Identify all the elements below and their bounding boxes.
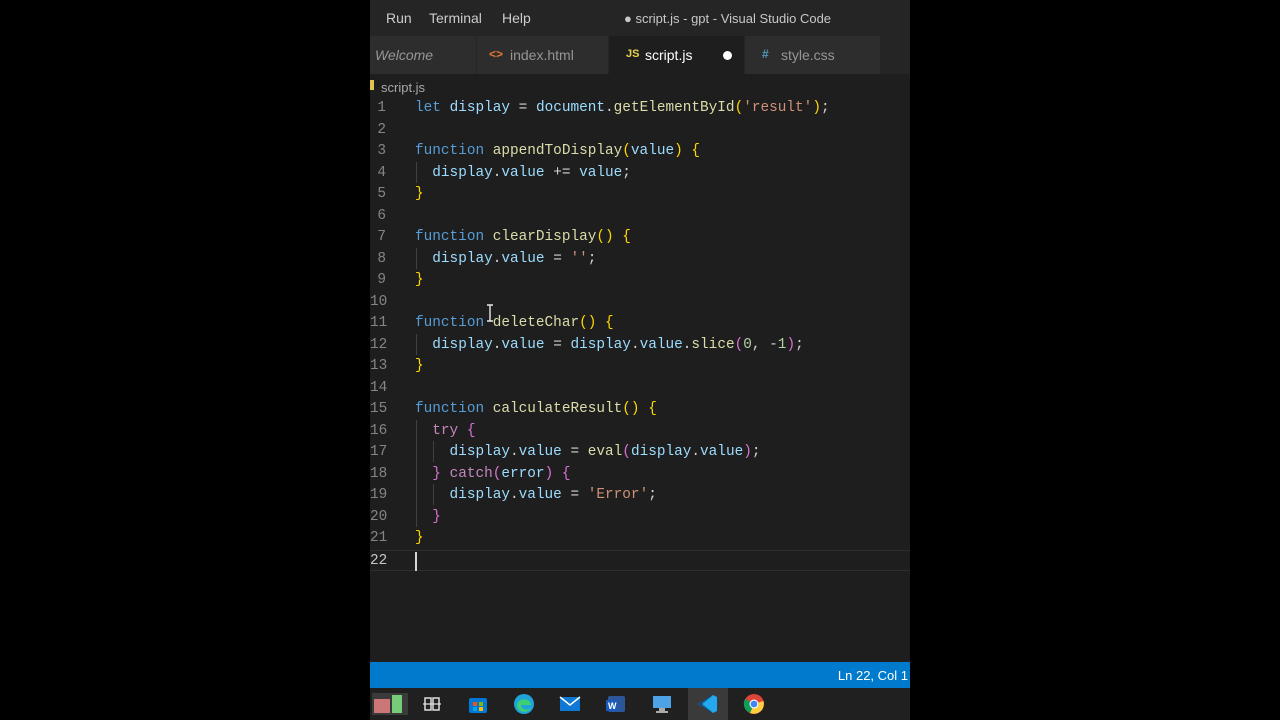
code-text: function appendToDisplay(value) { bbox=[415, 143, 701, 159]
javascript-file-icon bbox=[370, 80, 374, 90]
line-number: 15 bbox=[370, 401, 388, 417]
tab-script-js[interactable]: JS script.js bbox=[609, 36, 744, 74]
code-line: 16 try { bbox=[370, 421, 910, 443]
line-number: 5 bbox=[377, 186, 386, 202]
tab-style-css[interactable]: # style.css bbox=[745, 36, 880, 74]
code-text: } bbox=[432, 508, 441, 525]
word-icon[interactable]: W bbox=[604, 693, 628, 715]
text-cursor bbox=[415, 551, 417, 571]
code-text: try { bbox=[432, 422, 476, 439]
tab-label: index.html bbox=[510, 47, 574, 63]
line-number: 7 bbox=[377, 229, 386, 245]
line-number: 1 bbox=[377, 100, 386, 116]
line-number: 13 bbox=[370, 358, 388, 374]
tab-label: style.css bbox=[781, 47, 835, 63]
store-icon[interactable] bbox=[466, 693, 490, 715]
code-text: } bbox=[415, 272, 424, 288]
task-view-icon[interactable] bbox=[420, 693, 444, 715]
tab-bar: Welcome <> index.html JS script.js # sty… bbox=[370, 36, 910, 74]
code-line: 18 } catch(error) { bbox=[370, 464, 910, 486]
code-text: let display = document.getElementById('r… bbox=[415, 100, 830, 116]
code-text: display.value += value; bbox=[432, 164, 631, 181]
svg-text:W: W bbox=[608, 701, 617, 711]
window-title: ● script.js - gpt - Visual Studio Code bbox=[624, 11, 832, 26]
line-number: 14 bbox=[370, 379, 388, 396]
status-bar: Ln 22, Col 1 bbox=[370, 662, 910, 688]
line-number: 21 bbox=[370, 530, 388, 546]
code-text: function calculateResult() { bbox=[415, 401, 657, 417]
line-number: 19 bbox=[370, 487, 388, 503]
code-line: 3 function appendToDisplay(value) { bbox=[370, 141, 910, 163]
code-line: 15 function calculateResult() { bbox=[370, 399, 910, 421]
code-text: display.value = 'Error'; bbox=[449, 487, 657, 503]
chrome-icon[interactable] bbox=[742, 693, 766, 715]
code-line: 17 display.value = eval(display.value); bbox=[370, 442, 910, 464]
code-line: 14 bbox=[370, 378, 910, 400]
line-number: 12 bbox=[370, 336, 388, 353]
code-line: 8 display.value = ''; bbox=[370, 249, 910, 271]
code-line: 6 bbox=[370, 206, 910, 228]
line-number: 20 bbox=[370, 508, 388, 525]
menu-terminal[interactable]: Terminal bbox=[429, 10, 482, 26]
code-line: 13 } bbox=[370, 356, 910, 378]
tab-index-html[interactable]: <> index.html bbox=[477, 36, 608, 74]
code-text: } catch(error) { bbox=[432, 465, 571, 482]
code-text: } bbox=[415, 530, 424, 546]
line-number: 8 bbox=[377, 250, 386, 267]
tab-welcome[interactable]: Welcome bbox=[370, 36, 476, 74]
remote-desktop-icon[interactable] bbox=[650, 693, 674, 715]
code-line: 19 display.value = 'Error'; bbox=[370, 485, 910, 507]
line-number: 4 bbox=[377, 164, 386, 181]
vscode-icon[interactable] bbox=[696, 693, 720, 715]
code-text: display.value = display.value.slice(0, -… bbox=[432, 336, 804, 353]
line-number: 16 bbox=[370, 422, 388, 439]
cursor-position[interactable]: Ln 22, Col 1 bbox=[838, 668, 908, 683]
line-number: 3 bbox=[377, 143, 386, 159]
code-editor[interactable]: 1 let display = document.getElementById(… bbox=[370, 98, 910, 661]
tab-label: script.js bbox=[645, 47, 693, 63]
line-number: 2 bbox=[377, 121, 386, 138]
breadcrumb: script.js bbox=[370, 76, 910, 98]
line-number: 6 bbox=[377, 207, 386, 224]
unsaved-dot-icon[interactable] bbox=[723, 51, 732, 60]
javascript-icon: JS bbox=[626, 48, 640, 60]
vscode-window: Run Terminal Help ● script.js - gpt - Vi… bbox=[370, 0, 910, 720]
code-line: 5 } bbox=[370, 184, 910, 206]
taskbar: W bbox=[370, 688, 910, 720]
html-icon: <> bbox=[489, 47, 504, 61]
ibeam-cursor-icon bbox=[487, 304, 493, 322]
line-number: 10 bbox=[370, 293, 388, 310]
breadcrumb-file[interactable]: script.js bbox=[381, 80, 425, 95]
code-text: function deleteChar() { bbox=[415, 315, 614, 331]
code-line: 12 display.value = display.value.slice(0… bbox=[370, 335, 910, 357]
code-line: 20 } bbox=[370, 507, 910, 529]
code-text: } bbox=[415, 186, 424, 202]
edge-icon[interactable] bbox=[512, 693, 536, 715]
menu-help[interactable]: Help bbox=[502, 10, 531, 26]
line-number: 11 bbox=[370, 315, 388, 331]
line-number: 17 bbox=[370, 444, 388, 460]
code-text: display.value = ''; bbox=[432, 250, 597, 267]
code-line: 21 } bbox=[370, 528, 910, 550]
code-line-current: 22 bbox=[370, 549, 910, 571]
code-line: 1 let display = document.getElementById(… bbox=[370, 98, 910, 120]
code-line: 7 function clearDisplay() { bbox=[370, 227, 910, 249]
tab-label: Welcome bbox=[375, 47, 434, 63]
code-line: 4 display.value += value; bbox=[370, 163, 910, 185]
code-line: 2 bbox=[370, 120, 910, 142]
line-number: 18 bbox=[370, 465, 388, 482]
code-text: function clearDisplay() { bbox=[415, 229, 631, 245]
menu-run[interactable]: Run bbox=[386, 10, 412, 26]
line-number: 22 bbox=[370, 552, 388, 569]
line-number: 9 bbox=[377, 272, 386, 288]
title-bar: Run Terminal Help ● script.js - gpt - Vi… bbox=[370, 0, 910, 36]
code-text: display.value = eval(display.value); bbox=[449, 444, 761, 460]
code-text: } bbox=[415, 358, 424, 374]
code-line: 9 } bbox=[370, 270, 910, 292]
code-line: 10 bbox=[370, 292, 910, 314]
css-icon: # bbox=[762, 47, 769, 61]
mail-icon[interactable] bbox=[558, 693, 582, 715]
code-line: 11 function deleteChar() { bbox=[370, 313, 910, 335]
paint-icon[interactable] bbox=[372, 693, 408, 715]
